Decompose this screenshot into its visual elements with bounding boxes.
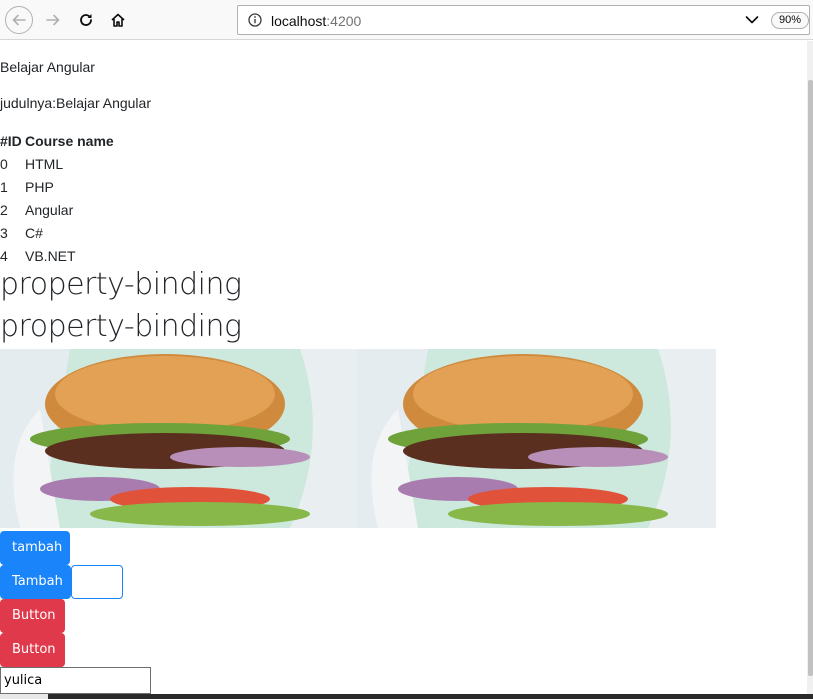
danger-button-2[interactable]: Button: [0, 633, 65, 667]
info-icon[interactable]: [248, 13, 262, 27]
table-row: 2 Angular: [0, 198, 117, 221]
name-input[interactable]: [0, 667, 151, 694]
reload-button[interactable]: [72, 6, 100, 34]
url-host: localhost: [271, 13, 327, 29]
url-bar[interactable]: localhost:4200 90%: [237, 5, 810, 35]
zoom-badge[interactable]: 90%: [771, 12, 809, 29]
tambah-input[interactable]: [71, 565, 123, 599]
table-row: 0 HTML: [0, 152, 117, 175]
table-row: 1 PHP: [0, 175, 117, 198]
tambah-button[interactable]: tambah: [0, 531, 70, 565]
row-id: 1: [0, 178, 8, 195]
browser-toolbar: localhost:4200 90%: [0, 0, 813, 40]
home-icon: [111, 13, 125, 27]
course-table: #ID Course name 0 HTML 1 PHP 2 Angular 3…: [0, 130, 117, 267]
tambah-submit-button[interactable]: Tambah: [0, 565, 71, 599]
forward-button[interactable]: [39, 6, 67, 34]
burger-image: [0, 349, 358, 528]
app-title: Belajar Angular: [0, 59, 95, 75]
taskbar-strip: [0, 694, 813, 699]
row-id: 2: [0, 201, 8, 218]
burger-image: [358, 349, 716, 528]
column-header-id: #ID: [0, 133, 22, 149]
row-course-name: Angular: [25, 201, 74, 218]
home-button[interactable]: [104, 6, 132, 34]
taskbar-light-segment: [0, 694, 48, 699]
arrow-right-icon: [46, 14, 60, 26]
reload-icon: [80, 14, 92, 26]
row-course-name: PHP: [25, 178, 54, 195]
row-id: 3: [0, 224, 8, 241]
table-row: 4 VB.NET: [0, 244, 117, 267]
arrow-left-icon: [12, 14, 26, 26]
property-binding-heading: property-binding: [0, 309, 242, 344]
danger-button-1[interactable]: Button: [0, 599, 65, 633]
row-course-name: VB.NET: [25, 247, 76, 264]
table-row: 3 C#: [0, 221, 117, 244]
url-port: :4200: [326, 13, 362, 29]
app-subtitle: judulnya:Belajar Angular: [0, 95, 151, 111]
chevron-down-icon[interactable]: [745, 15, 759, 25]
row-id: 0: [0, 155, 8, 172]
row-course-name: HTML: [25, 155, 64, 172]
column-header-course-name: Course name: [25, 133, 114, 149]
property-binding-heading: property-binding: [0, 267, 242, 302]
url-text: localhost:4200: [271, 13, 361, 29]
back-button[interactable]: [5, 6, 33, 34]
row-course-name: C#: [25, 224, 43, 241]
page-content: Belajar Angular judulnya:Belajar Angular…: [0, 41, 807, 694]
scrollbar-thumb[interactable]: [808, 80, 813, 676]
table-header-row: #ID Course name: [0, 130, 117, 152]
row-id: 4: [0, 247, 8, 264]
